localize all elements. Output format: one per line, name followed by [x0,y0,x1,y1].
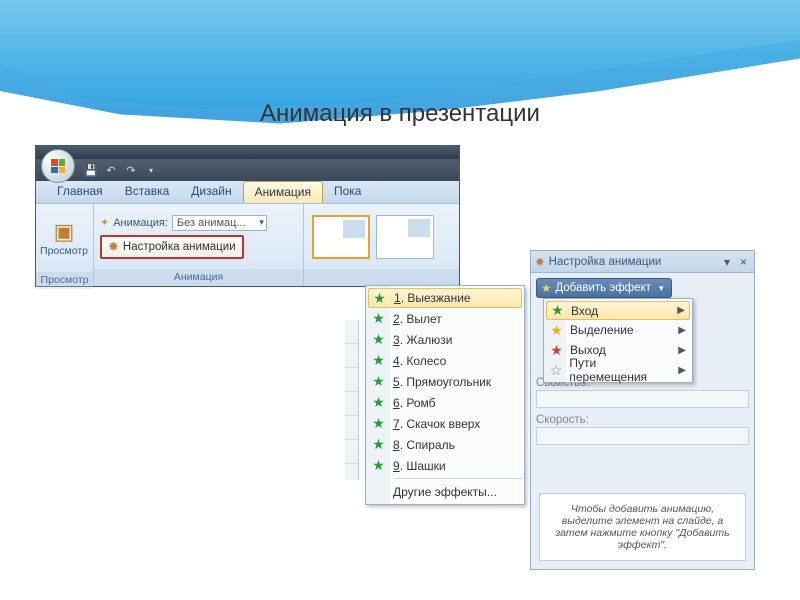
star-icon: ★ [370,331,387,348]
effect-type-emphasis[interactable]: ★Выделение▶ [546,320,690,340]
star-icon: ★ [548,322,565,339]
office-button[interactable] [41,149,75,183]
effect-item[interactable]: ★6. Ромб [368,392,522,413]
ribbon-tabs: Главная Вставка Дизайн Анимация Пока [36,181,459,204]
star-icon: ✸ [535,255,545,269]
star-icon: ★ [370,394,387,411]
qat-dropdown-icon[interactable]: ▾ [144,163,158,177]
effect-type-motion[interactable]: ☆Пути перемещения▶ [546,360,690,380]
chevron-right-icon: ▶ [678,325,686,336]
titlebar [36,146,459,159]
star-icon: ★ [370,415,387,432]
decorative-wave [0,0,800,115]
close-icon[interactable]: × [737,255,750,269]
effect-item[interactable]: ★9. Шашки [368,455,522,476]
tab-animation[interactable]: Анимация [243,181,323,203]
star-icon: ★ [370,436,387,453]
star-icon: ★ [370,352,387,369]
effect-item[interactable]: ★3. Жалюзи [368,329,522,350]
taskpane-header: ✸ Настройка анимации ▾ × [531,251,754,273]
anim-small-icon: ✦ [100,216,109,229]
add-effect-label: Добавить эффект [555,282,651,294]
star-icon: ☆ [548,362,564,379]
star-icon: ★ [370,310,387,327]
preview-label: Просмотр [40,245,88,257]
effect-type-menu: ★Вход▶ ★Выделение▶ ★Выход▶ ☆Пути перемещ… [543,298,693,383]
speed-label: Скорость: [536,414,749,426]
chevron-right-icon: ▶ [677,305,685,316]
star-icon: ★ [370,373,387,390]
star-icon: ★ [549,302,566,319]
property-combo[interactable] [536,390,749,408]
redo-icon[interactable]: ↷ [124,163,138,177]
star-icon: ★ [371,290,388,307]
chevron-right-icon: ▶ [678,365,686,376]
transition-thumb[interactable] [376,215,434,259]
star-icon: ★ [370,457,387,474]
animation-label: Анимация: [113,217,168,229]
star-icon: ★ [548,342,565,359]
settings-gear-icon: ✸ [108,239,119,255]
ribbon-body: ▣ Просмотр Просмотр ✦ Анимация: Без аним… [36,204,459,286]
effect-item[interactable]: ★1. Выезжание [368,288,522,308]
transition-thumb[interactable] [312,215,370,259]
star-icon: ★ [541,281,551,295]
effect-item[interactable]: ★5. Прямоугольник [368,371,522,392]
tab-insert[interactable]: Вставка [114,181,181,203]
speed-combo[interactable] [536,427,749,445]
animation-combo[interactable]: Без анимац... [172,215,267,231]
undo-icon[interactable]: ↶ [104,163,118,177]
group-label-preview: Просмотр [36,272,93,289]
hint-text: Чтобы добавить анимацию, выделите элемен… [539,493,746,561]
chevron-right-icon: ▶ [678,345,686,356]
preview-button[interactable]: ▣ Просмотр [40,208,88,268]
effect-item[interactable]: ★2. Вылет [368,308,522,329]
other-effects-item[interactable]: Другие эффекты... [368,481,522,502]
add-effect-button[interactable]: ★ Добавить эффект [536,278,672,298]
taskpane-title: Настройка анимации [549,256,662,268]
group-label-transitions [304,269,459,286]
tab-design[interactable]: Дизайн [180,181,242,203]
settings-label: Настройка анимации [123,241,236,253]
effects-submenu: ★1. Выезжание ★2. Вылет ★3. Жалюзи ★4. К… [365,285,525,505]
tab-home[interactable]: Главная [46,181,114,203]
animation-settings-button[interactable]: ✸ Настройка анимации [100,235,244,259]
save-icon[interactable]: 💾 [84,163,98,177]
taskpane-menu-icon[interactable]: ▾ [721,255,733,269]
vertical-ruler [345,320,359,480]
spacer [370,483,387,500]
group-label-animation: Анимация [94,269,303,286]
effect-item[interactable]: ★4. Колесо [368,350,522,371]
effect-item[interactable]: ★8. Спираль [368,434,522,455]
page-title: Анимация в презентации [0,100,800,128]
separator [394,478,522,479]
ribbon-window: 💾 ↶ ↷ ▾ Главная Вставка Дизайн Анимация … [35,145,460,287]
quick-access-toolbar: 💾 ↶ ↷ ▾ [36,159,459,181]
tab-show[interactable]: Пока [323,181,373,203]
effect-item[interactable]: ★7. Скачок вверх [368,413,522,434]
preview-icon: ▣ [54,219,75,245]
effect-type-entrance[interactable]: ★Вход▶ [546,301,690,320]
